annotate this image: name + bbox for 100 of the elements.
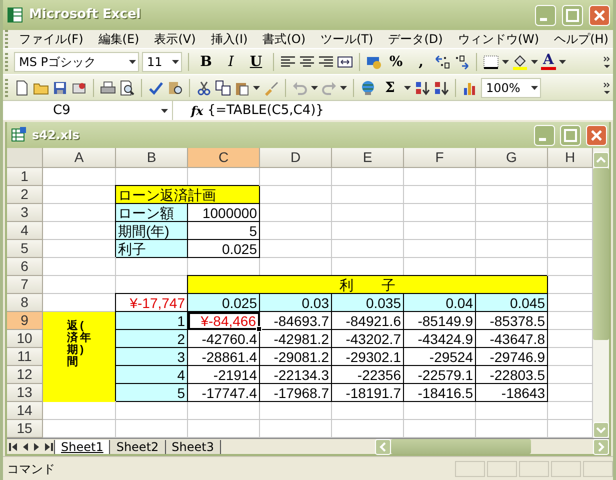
column-header[interactable]: E xyxy=(332,148,404,168)
font-color-button[interactable]: A xyxy=(541,53,556,70)
table-cell[interactable] xyxy=(404,186,476,204)
table-cell[interactable] xyxy=(404,402,476,420)
row-header[interactable]: 2 xyxy=(7,186,43,204)
column-header[interactable]: C xyxy=(188,148,260,168)
table-cell[interactable]: -43202.7 xyxy=(332,330,404,348)
column-header[interactable]: A xyxy=(43,148,116,168)
table-cell[interactable] xyxy=(188,402,260,420)
table-cell[interactable]: -18643 xyxy=(476,384,548,402)
column-header[interactable]: D xyxy=(260,148,332,168)
table-cell[interactable]: -22579.1 xyxy=(404,366,476,384)
table-cell[interactable]: -17968.7 xyxy=(260,384,332,402)
dropdown-arrow-icon[interactable] xyxy=(172,60,179,64)
scroll-thumb[interactable] xyxy=(391,439,531,454)
caret-icon[interactable] xyxy=(340,86,347,90)
table-cell[interactable]: 5 xyxy=(116,384,188,402)
table-cell[interactable] xyxy=(332,168,404,186)
align-left-icon[interactable] xyxy=(280,54,296,70)
sort-descending-icon[interactable] xyxy=(433,80,449,96)
row-header[interactable]: 15 xyxy=(7,420,43,438)
fill-handle[interactable] xyxy=(256,326,262,332)
formula-field[interactable]: {=TABLE(C5,C4)} xyxy=(207,100,324,120)
row-header[interactable]: 3 xyxy=(7,204,43,222)
toolbar-options-icon[interactable] xyxy=(603,54,611,68)
close-button[interactable] xyxy=(589,4,610,26)
table-cell[interactable] xyxy=(476,402,548,420)
row-header[interactable]: 8 xyxy=(7,294,43,312)
table-cell[interactable] xyxy=(476,168,548,186)
caret-icon[interactable] xyxy=(311,86,318,90)
sheet-tab[interactable]: Sheet2 xyxy=(109,440,166,454)
print-icon[interactable] xyxy=(100,80,116,96)
minimize-button[interactable] xyxy=(534,124,555,146)
table-cell[interactable]: -29081.2 xyxy=(260,348,332,366)
minimize-button[interactable] xyxy=(535,4,556,26)
table-cell[interactable]: -17747.4 xyxy=(188,384,260,402)
table-cell[interactable]: 4 xyxy=(116,366,188,384)
comma-button[interactable]: , xyxy=(410,52,432,70)
table-cell[interactable]: -42760.4 xyxy=(188,330,260,348)
table-cell[interactable]: -43424.9 xyxy=(404,330,476,348)
table-cell[interactable] xyxy=(43,258,116,276)
select-all-button[interactable] xyxy=(7,148,43,168)
maximize-button[interactable] xyxy=(560,124,581,146)
menu-item[interactable]: 表示(V) xyxy=(146,31,203,47)
table-cell[interactable] xyxy=(404,168,476,186)
font-name-field[interactable]: MS Pゴシック xyxy=(14,52,139,72)
toolbar-grip[interactable] xyxy=(5,52,8,70)
scroll-down-button[interactable] xyxy=(593,422,609,438)
table-cell[interactable] xyxy=(404,240,476,258)
sheet-tab[interactable]: Sheet3 xyxy=(164,440,221,454)
table-cell[interactable]: -84693.7 xyxy=(260,312,332,330)
table-cell[interactable] xyxy=(476,186,548,204)
menu-item[interactable]: ツール(T) xyxy=(312,31,380,47)
table-cell[interactable]: 1 xyxy=(116,312,188,330)
table-cell[interactable] xyxy=(43,168,116,186)
caret-icon[interactable] xyxy=(253,86,260,90)
table-cell[interactable] xyxy=(404,204,476,222)
cut-icon[interactable] xyxy=(196,80,212,96)
table-cell[interactable]: -42981.2 xyxy=(260,330,332,348)
align-center-icon[interactable] xyxy=(299,54,315,70)
column-header[interactable]: H xyxy=(548,148,593,168)
table-cell[interactable]: 2 xyxy=(116,330,188,348)
scroll-right-button[interactable] xyxy=(593,438,609,454)
table-cell[interactable]: 1000000 xyxy=(188,204,260,222)
table-cell[interactable]: -43647.8 xyxy=(476,330,548,348)
table-cell[interactable]: ローン返済計画 xyxy=(116,186,260,204)
table-cell[interactable]: -29302.1 xyxy=(332,348,404,366)
dropdown-arrow-icon[interactable] xyxy=(531,86,538,90)
row-header[interactable]: 14 xyxy=(7,402,43,420)
row-header[interactable]: 12 xyxy=(7,366,43,384)
table-cell[interactable]: 0.03 xyxy=(260,294,332,312)
table-cell[interactable]: 0.025 xyxy=(188,294,260,312)
bold-button[interactable]: B xyxy=(195,52,217,70)
table-cell[interactable]: 0.025 xyxy=(188,240,260,258)
table-cell[interactable]: 3 xyxy=(116,348,188,366)
autosum-button[interactable]: Σ xyxy=(379,78,401,96)
menu-item[interactable]: 編集(E) xyxy=(90,31,146,47)
table-cell[interactable]: -29746.9 xyxy=(476,348,548,366)
table-cell[interactable] xyxy=(404,222,476,240)
align-right-icon[interactable] xyxy=(318,54,334,70)
row-header[interactable]: 6 xyxy=(7,258,43,276)
name-box[interactable]: C9 xyxy=(3,101,173,120)
row-header[interactable]: 10 xyxy=(7,330,43,348)
table-cell[interactable]: -22356 xyxy=(332,366,404,384)
percent-button[interactable]: % xyxy=(385,52,407,70)
table-cell[interactable]: 返済期間 (年) xyxy=(43,312,116,402)
table-cell[interactable]: -22134.3 xyxy=(260,366,332,384)
dropdown-arrow-icon[interactable] xyxy=(129,60,136,64)
close-button[interactable] xyxy=(586,124,607,146)
menu-item[interactable]: ウィンドウ(W) xyxy=(450,31,546,47)
table-cell[interactable]: 5 xyxy=(188,222,260,240)
table-cell[interactable] xyxy=(332,402,404,420)
menu-item[interactable]: データ(D) xyxy=(380,31,450,47)
new-document-icon[interactable] xyxy=(14,80,30,96)
toolbar-grip[interactable] xyxy=(5,30,8,48)
table-cell[interactable]: ¥-84,466 xyxy=(188,312,260,330)
table-cell[interactable]: -85378.5 xyxy=(476,312,548,330)
underline-button[interactable]: U xyxy=(245,52,267,70)
table-cell[interactable] xyxy=(476,204,548,222)
row-header[interactable]: 9 xyxy=(7,312,43,330)
